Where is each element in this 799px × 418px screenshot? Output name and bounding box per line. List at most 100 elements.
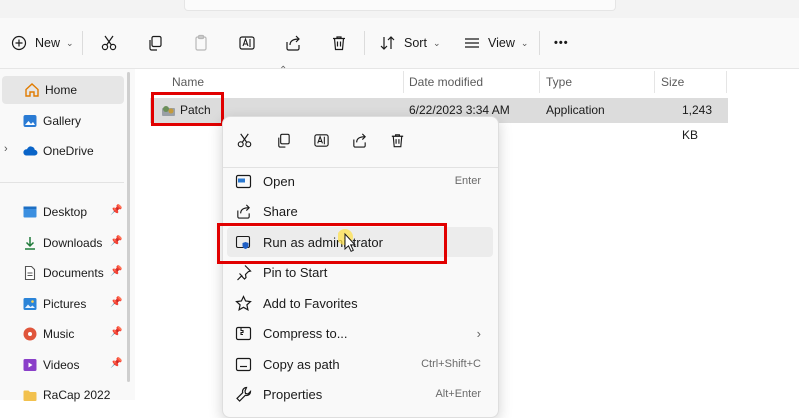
rename-button[interactable] <box>308 127 334 153</box>
cut-icon <box>236 132 253 149</box>
pin-icon[interactable]: 📌 <box>110 236 122 247</box>
highlight-box-file <box>151 92 224 126</box>
column-divider[interactable] <box>539 71 540 93</box>
menu-item-copy-as-path[interactable]: Copy as path Ctrl+Shift+C <box>227 349 493 379</box>
sidebar-item-label: Downloads <box>43 236 103 250</box>
sidebar-item-label: Pictures <box>43 297 87 311</box>
delete-icon <box>329 33 349 53</box>
rename-button[interactable] <box>237 18 257 68</box>
sidebar-item-label: Gallery <box>43 114 82 128</box>
sidebar-item-gallery[interactable]: Gallery <box>0 107 130 135</box>
copy-icon <box>145 33 165 53</box>
download-icon <box>22 235 38 251</box>
command-bar: New ⌄ Sort ⌄ View ⌄ ••• <box>0 18 799 69</box>
column-divider[interactable] <box>726 71 727 93</box>
file-type: Application <box>546 103 605 117</box>
pin-icon <box>235 264 252 281</box>
share-icon <box>235 203 252 220</box>
pin-icon[interactable]: 📌 <box>110 358 122 369</box>
delete-button[interactable] <box>329 18 349 68</box>
pin-icon[interactable]: 📌 <box>110 205 122 216</box>
sidebar-item-documents[interactable]: Documents 📌 <box>0 259 130 287</box>
address-bar-strip <box>0 0 799 18</box>
column-header-size[interactable]: Size <box>661 69 684 95</box>
toolbar-divider <box>539 31 540 55</box>
sidebar-item-home[interactable]: Home <box>2 76 124 104</box>
view-icon <box>462 33 482 53</box>
new-button[interactable]: New ⌄ <box>9 18 74 68</box>
sort-label: Sort <box>404 36 427 50</box>
pin-icon[interactable]: 📌 <box>110 297 122 308</box>
sidebar-scrollbar[interactable] <box>127 72 130 382</box>
share-icon <box>283 33 303 53</box>
star-icon <box>235 295 252 312</box>
share-button[interactable] <box>283 18 303 68</box>
toolbar-divider <box>364 31 365 55</box>
sidebar-item-onedrive[interactable]: › OneDrive <box>0 137 130 165</box>
menu-item-label: Properties <box>263 386 323 402</box>
gallery-icon <box>22 113 38 129</box>
cut-button[interactable] <box>99 18 119 68</box>
delete-button[interactable] <box>384 127 410 153</box>
sidebar-item-downloads[interactable]: Downloads 📌 <box>0 229 130 257</box>
toolbar-divider <box>82 31 83 55</box>
cloud-icon <box>22 143 38 159</box>
menu-item-label: Copy as path <box>263 356 340 372</box>
menu-item-label: Share <box>263 203 298 219</box>
share-button[interactable] <box>346 127 372 153</box>
sidebar-item-racap-2022[interactable]: RaCap 2022 <box>0 381 130 409</box>
column-divider[interactable] <box>654 71 655 93</box>
rename-icon <box>313 132 330 149</box>
paste-button[interactable] <box>191 18 211 68</box>
column-header-type[interactable]: Type <box>546 69 572 95</box>
sidebar-item-music[interactable]: Music 📌 <box>0 320 130 348</box>
sidebar-item-pictures[interactable]: Pictures 📌 <box>0 290 130 318</box>
sidebar-item-label: Videos <box>43 358 80 372</box>
delete-icon <box>389 132 406 149</box>
copy-icon <box>275 132 292 149</box>
more-icon: ••• <box>554 37 569 49</box>
sort-icon <box>378 33 398 53</box>
menu-item-label: Compress to... <box>263 325 348 341</box>
copy-button[interactable] <box>145 18 165 68</box>
cut-button[interactable] <box>231 127 257 153</box>
path-icon <box>235 356 252 373</box>
menu-item-properties[interactable]: Properties Alt+Enter <box>227 379 493 409</box>
sidebar-item-label: OneDrive <box>43 144 94 158</box>
pin-icon[interactable]: 📌 <box>110 327 122 338</box>
sidebar-item-desktop[interactable]: Desktop 📌 <box>0 198 130 226</box>
navigation-pane: Home Gallery › OneDrive Desktop 📌 Downlo… <box>0 69 135 402</box>
chevron-right-icon[interactable]: › <box>4 143 8 155</box>
home-icon <box>24 82 40 98</box>
pictures-icon <box>22 296 38 312</box>
address-bar[interactable] <box>184 0 616 11</box>
menu-item-shortcut: Alt+Enter <box>435 388 481 400</box>
chevron-down-icon: ⌄ <box>66 37 74 48</box>
sort-button[interactable]: Sort ⌄ <box>378 18 440 68</box>
wrench-icon <box>235 386 252 403</box>
column-divider[interactable] <box>403 71 404 93</box>
documents-icon <box>22 265 38 281</box>
menu-item-add-to-favorites[interactable]: Add to Favorites <box>227 288 493 318</box>
share-icon <box>351 132 368 149</box>
menu-item-compress-to[interactable]: Compress to... › <box>227 318 493 348</box>
sort-ascending-icon: ⌃ <box>279 65 288 76</box>
new-label: New <box>35 36 61 50</box>
music-icon <box>22 326 38 342</box>
quick-actions-row <box>223 117 498 163</box>
more-options-button[interactable]: ••• <box>554 18 569 68</box>
menu-item-label: Add to Favorites <box>263 295 358 311</box>
sidebar-item-label: Documents <box>43 266 104 280</box>
copy-button[interactable] <box>270 127 296 153</box>
sidebar-item-videos[interactable]: Videos 📌 <box>0 351 130 379</box>
view-button[interactable]: View ⌄ <box>462 18 528 68</box>
context-menu: Open Enter Share Run as administrator Pi… <box>222 116 499 418</box>
view-label: View <box>488 36 515 50</box>
column-header-date-modified[interactable]: Date modified <box>409 69 483 95</box>
mouse-cursor-icon <box>338 228 360 256</box>
chevron-down-icon: ⌄ <box>520 37 529 48</box>
archive-icon <box>235 325 252 342</box>
menu-item-open[interactable]: Open Enter <box>227 166 493 196</box>
pin-icon[interactable]: 📌 <box>110 266 122 277</box>
menu-item-share[interactable]: Share <box>227 196 493 226</box>
